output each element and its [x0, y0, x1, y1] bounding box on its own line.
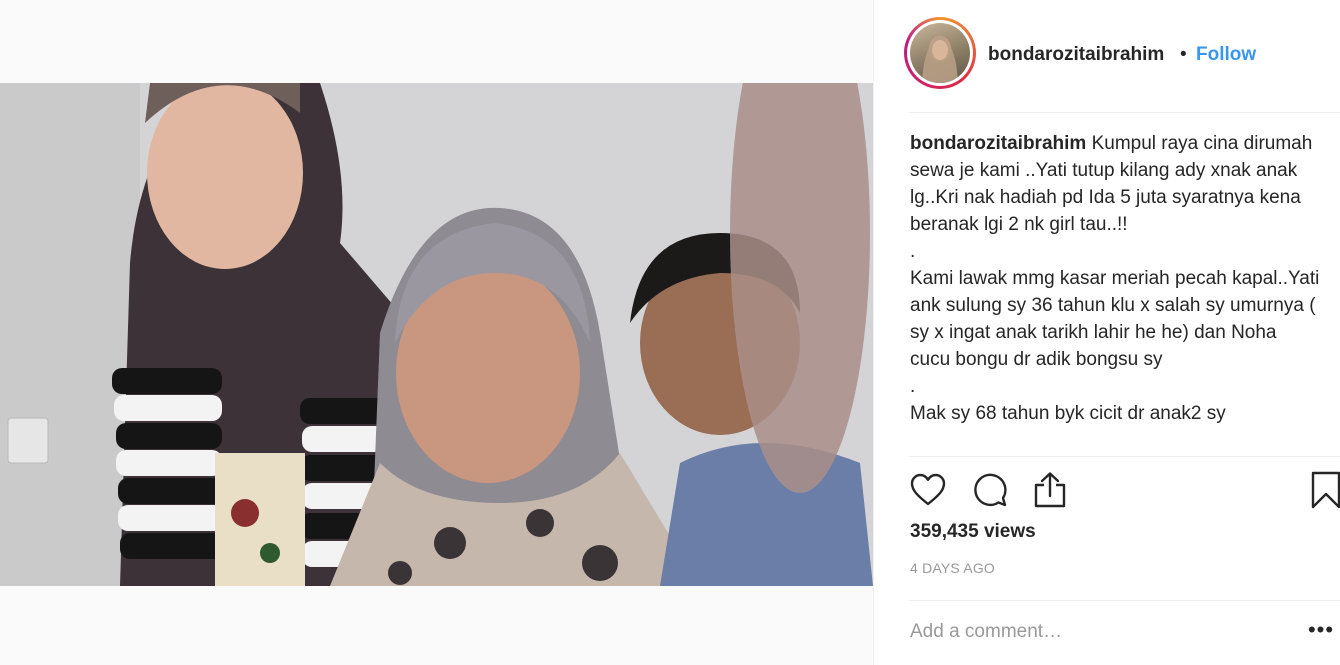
avatar-image: [910, 23, 970, 83]
video-player[interactable]: [0, 83, 873, 586]
more-options-icon: •••: [1307, 617, 1335, 642]
more-options-button[interactable]: •••: [1306, 615, 1336, 645]
post-header: bondarozitaibrahim • Follow: [874, 0, 1340, 112]
header-username[interactable]: bondarozitaibrahim: [988, 44, 1164, 66]
caption-divider: [909, 456, 1340, 457]
comment-input[interactable]: [910, 618, 1280, 646]
avatar[interactable]: [904, 17, 976, 89]
action-bar: [908, 470, 1340, 510]
header-separator: •: [1180, 44, 1187, 65]
comment-bubble-icon: [974, 473, 1007, 507]
caption-text: bondarozitaibrahim Kumpul raya cina diru…: [910, 130, 1320, 238]
save-button[interactable]: [1306, 470, 1340, 510]
caption-line: .: [910, 376, 916, 397]
post-sidebar: bondarozitaibrahim • Follow bondarozitai…: [873, 0, 1340, 665]
video-frame: [0, 83, 873, 586]
comment-button[interactable]: [970, 470, 1010, 510]
comment-divider: [909, 600, 1340, 601]
view-count[interactable]: 359,435 views: [910, 521, 1036, 543]
heart-icon: [910, 473, 946, 506]
bookmark-icon: [1311, 471, 1340, 509]
caption-username[interactable]: bondarozitaibrahim: [910, 133, 1086, 154]
post-timestamp[interactable]: 4 DAYS AGO: [910, 560, 995, 576]
header-divider: [909, 112, 1340, 113]
caption-line: Mak sy 68 tahun byk cicit dr anak2 sy: [910, 403, 1226, 424]
media-pane: [0, 0, 873, 665]
caption: bondarozitaibrahim Kumpul raya cina diru…: [910, 130, 1320, 454]
follow-button[interactable]: Follow: [1196, 44, 1256, 66]
share-icon: [1034, 472, 1066, 508]
caption-line: Kami lawak mmg kasar meriah pecah kapal.…: [910, 268, 1320, 370]
caption-line: .: [910, 241, 916, 262]
like-button[interactable]: [908, 470, 948, 510]
share-button[interactable]: [1030, 470, 1070, 510]
avatar-frame: [907, 20, 973, 86]
